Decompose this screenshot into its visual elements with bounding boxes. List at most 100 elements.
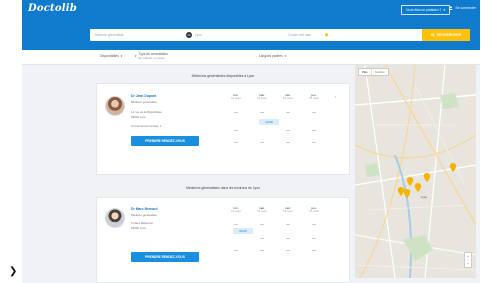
availability-input[interactable]: Choisir une date bbox=[282, 33, 382, 37]
no-slot-dash bbox=[286, 250, 290, 251]
no-slot-dash bbox=[234, 250, 238, 251]
map-roads bbox=[355, 65, 476, 278]
no-slot-dash bbox=[312, 238, 316, 239]
doctor-card: Dr Jean Dupont Médecin généraliste 12 ru… bbox=[96, 83, 350, 175]
book-appointment-button[interactable]: PRENDRE RENDEZ-VOUS bbox=[131, 252, 199, 262]
time-slot[interactable]: 09:00 bbox=[233, 228, 253, 234]
date-label: 13 mars bbox=[257, 97, 267, 100]
next-days-arrow-icon[interactable]: › bbox=[335, 94, 336, 99]
date-label: 14 mars bbox=[283, 97, 293, 100]
filter-languages[interactable]: Langues parlées ▾ bbox=[259, 54, 286, 58]
no-slot-dash bbox=[312, 224, 316, 225]
map-pin-icon bbox=[325, 33, 329, 37]
filter-label: Disponibilités bbox=[100, 54, 119, 58]
section-title: Médecins généralistes dans les environs … bbox=[186, 186, 260, 190]
tab-satellite[interactable]: Satellite bbox=[370, 69, 388, 75]
no-slot-dash bbox=[312, 250, 316, 251]
availability-days: lun. 12 mars mar. 13 mars mer. 14 mars jeu.… bbox=[223, 93, 327, 100]
tab-plan[interactable]: Plan bbox=[359, 69, 371, 75]
map-type-tabs: Plan Satellite bbox=[358, 68, 389, 76]
no-slot-dash bbox=[234, 112, 238, 113]
date-label: 12 mars bbox=[231, 97, 241, 100]
logo[interactable]: Doctolib bbox=[28, 3, 77, 14]
no-slot-dash bbox=[260, 238, 264, 239]
no-slot-dash bbox=[234, 130, 238, 131]
map-city-label: Lyon bbox=[421, 195, 427, 199]
day-column: lun. 12 mars bbox=[223, 206, 249, 213]
no-slot-dash bbox=[234, 142, 238, 143]
no-slot-dash bbox=[260, 112, 264, 113]
zoom-control: + − bbox=[464, 252, 472, 268]
login-label: Se connecter bbox=[455, 6, 476, 10]
doctor-search-page: Doctolib Vous êtes un praticien ? ▾ Se c… bbox=[22, 0, 480, 283]
no-slot-dash bbox=[286, 238, 290, 239]
zoom-in-icon[interactable]: + bbox=[467, 254, 469, 259]
login-link[interactable]: Se connecter bbox=[449, 6, 476, 10]
date-label: 15 mars bbox=[309, 97, 319, 100]
no-slot-dash bbox=[260, 250, 264, 251]
no-slot-dash bbox=[260, 224, 264, 225]
stray-cursor-mark: ❯ bbox=[9, 266, 18, 277]
day-column: mar. 13 mars bbox=[249, 93, 275, 100]
filter-label: Langues parlées bbox=[259, 54, 283, 58]
filter-sublabel: En cabinet / en vidéo bbox=[138, 56, 165, 60]
date-label: 14 mars bbox=[283, 210, 293, 213]
time-slot[interactable]: 14:30 bbox=[259, 119, 279, 125]
day-column: jeu. 15 mars bbox=[301, 206, 327, 213]
day-column: jeu. 15 mars bbox=[301, 93, 327, 100]
results-map[interactable]: Plan Satellite Lyon + − bbox=[355, 65, 476, 278]
search-button-label: RECHERCHER bbox=[436, 33, 462, 37]
doctor-name[interactable]: Dr Jean Dupont bbox=[131, 94, 156, 98]
doctor-name[interactable]: Dr Marc Bernard bbox=[131, 207, 158, 211]
no-slot-dash bbox=[260, 142, 264, 143]
day-column: mer. 14 mars bbox=[275, 206, 301, 213]
practitioner-button[interactable]: Vous êtes un praticien ? ▾ bbox=[401, 5, 450, 15]
day-column: lun. 12 mars bbox=[223, 93, 249, 100]
availability-placeholder: Choisir une date bbox=[288, 33, 312, 37]
zoom-out-icon[interactable]: − bbox=[467, 261, 469, 266]
no-slot-dash bbox=[312, 112, 316, 113]
date-label: 12 mars bbox=[231, 210, 241, 213]
filter-label-group: Type de consultation En cabinet / en vid… bbox=[139, 52, 168, 60]
doctor-specialty: Médecin généraliste bbox=[131, 213, 157, 217]
results-list: Médecins généralistes disponibles à Lyon… bbox=[96, 65, 350, 283]
date-label: 13 mars bbox=[257, 210, 267, 213]
day-column: mer. 14 mars bbox=[275, 93, 301, 100]
day-column: mar. 13 mars bbox=[249, 206, 275, 213]
no-slot-dash bbox=[286, 112, 290, 113]
doctor-card: Dr Marc Bernard Médecin généraliste 5 pl… bbox=[96, 197, 350, 283]
search-button[interactable]: RECHERCHER bbox=[422, 29, 470, 41]
no-slot-dash bbox=[286, 224, 290, 225]
practitioner-button-label: Vous êtes un praticien ? bbox=[406, 8, 442, 12]
doctor-specialty: Médecin généraliste bbox=[131, 100, 157, 104]
avatar bbox=[105, 96, 125, 116]
doctor-address-line: 69002 Lyon bbox=[131, 115, 147, 119]
filter-consultation-type[interactable]: ▾ Type de consultation En cabinet / en v… bbox=[135, 52, 168, 60]
search-bar: Médecin généraliste 69 Lyon Choisir une … bbox=[90, 29, 470, 41]
chevron-down-icon: ▾ bbox=[443, 8, 445, 12]
no-slot-dash bbox=[312, 142, 316, 143]
book-appointment-button[interactable]: PRENDRE RENDEZ-VOUS bbox=[131, 136, 199, 146]
chevron-down-icon: ▾ bbox=[135, 54, 137, 58]
search-icon bbox=[430, 33, 435, 37]
no-slot-dash bbox=[312, 130, 316, 131]
chevron-down-icon: ▾ bbox=[284, 54, 287, 58]
filter-availability[interactable]: Disponibilités ▾ bbox=[100, 54, 122, 58]
top-navigation-bar: Doctolib Vous êtes un praticien ? ▾ Se c… bbox=[22, 0, 480, 19]
no-slot-dash bbox=[286, 130, 290, 131]
no-slot-dash bbox=[234, 224, 238, 225]
city-input[interactable]: Lyon bbox=[192, 33, 282, 37]
date-label: 15 mars bbox=[309, 210, 319, 213]
no-slot-dash bbox=[286, 142, 290, 143]
doctor-address-line: 5 place Bellecour bbox=[131, 221, 154, 225]
doctor-convention: Conventionné secteur 1 bbox=[131, 124, 162, 128]
section-title: Médecins généralistes disponibles à Lyon bbox=[191, 74, 255, 78]
chevron-down-icon: ▾ bbox=[120, 54, 123, 58]
availability-days: lun. 12 mars mar. 13 mars mer. 14 mars jeu.… bbox=[223, 206, 327, 213]
specialty-input[interactable]: Médecin généraliste bbox=[90, 33, 186, 37]
filters-bar: Disponibilités ▾ ▾ Type de consultation … bbox=[22, 50, 480, 65]
doctor-address-line: 12 rue de la République bbox=[131, 110, 162, 114]
search-band: Médecin généraliste 69 Lyon Choisir une … bbox=[22, 19, 480, 50]
user-icon bbox=[449, 6, 453, 10]
avatar bbox=[105, 208, 125, 228]
